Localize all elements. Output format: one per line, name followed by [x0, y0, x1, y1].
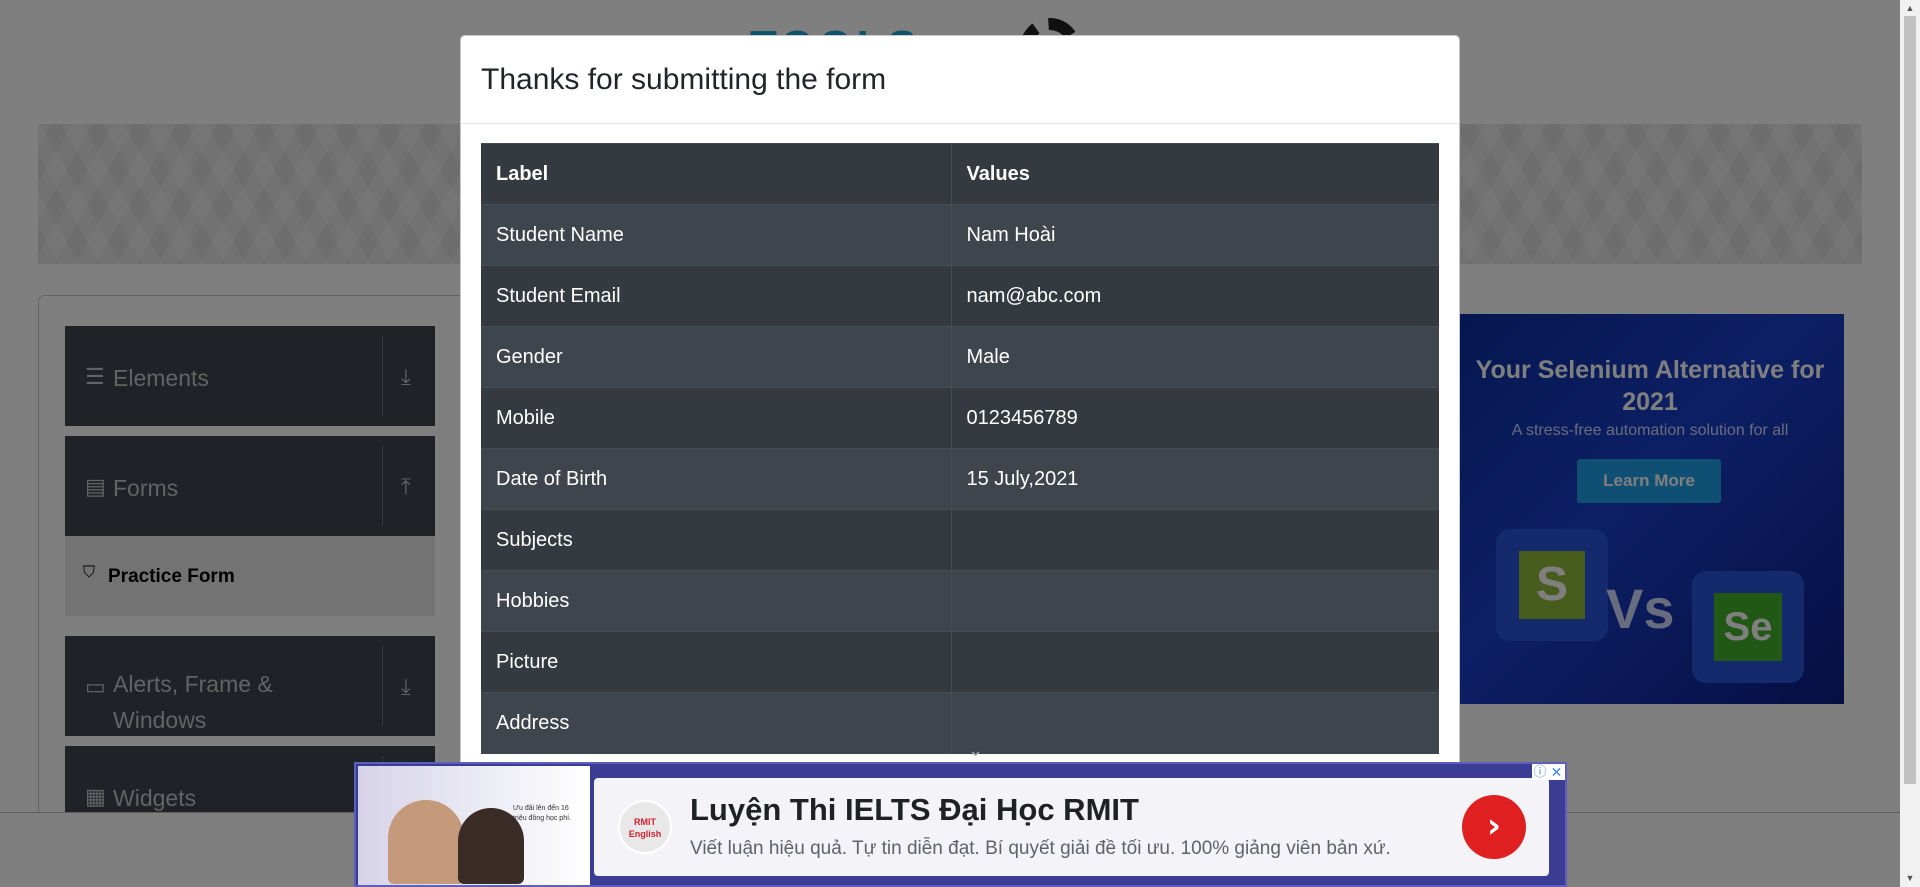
modal-body: Label Values Student Name Nam Hoài Stude… [481, 143, 1439, 760]
row-label: Mobile [481, 387, 952, 449]
table-row: Picture [481, 631, 1439, 693]
scrollbar-thumb[interactable] [1904, 16, 1916, 784]
submission-modal: Thanks for submitting the form Label Val… [460, 35, 1460, 887]
row-value [951, 509, 1439, 571]
scroll-down-arrow-icon[interactable]: ▼ [1904, 872, 1916, 884]
row-value: Nam Hoài [951, 204, 1439, 266]
ad-thumbnail[interactable]: Ưu đãi lên đến 16 triệu đồng học phí. [358, 766, 590, 885]
table-row: Hobbies [481, 570, 1439, 632]
row-label: Student Name [481, 204, 952, 266]
row-label: Hobbies [481, 570, 952, 632]
ad-description: Viết luận hiệu quả. Tự tin diễn đạt. Bí … [690, 838, 1391, 859]
chevron-down-icon: ⌄ [968, 740, 984, 760]
ad-person-image [388, 800, 464, 884]
modal-header: Thanks for submitting the form [461, 36, 1459, 124]
row-label: Picture [481, 631, 952, 693]
table-row: Date of Birth 15 July,2021 [481, 448, 1439, 510]
info-icon[interactable]: ⓘ [1532, 764, 1548, 780]
column-header-values: Values [951, 143, 1439, 205]
row-value [951, 631, 1439, 693]
row-label: Subjects [481, 509, 952, 571]
row-label: Gender [481, 326, 952, 388]
table-row: Gender Male [481, 326, 1439, 388]
table-row: Student Name Nam Hoài [481, 204, 1439, 266]
column-header-label: Label [481, 143, 952, 205]
ad-thumb-text: Ưu đãi lên đến 16 triệu đồng học phí. [513, 805, 571, 822]
table-header-row: Label Values [481, 143, 1439, 205]
table-row: Mobile 0123456789 [481, 387, 1439, 449]
chevron-right-icon[interactable]: › [1462, 795, 1526, 859]
scroll-up-arrow-icon[interactable]: ▲ [1904, 2, 1916, 14]
row-label: Date of Birth [481, 448, 952, 510]
vertical-scrollbar[interactable]: ▲ ▼ [1900, 0, 1920, 887]
row-value: 15 July,2021 [951, 448, 1439, 510]
row-value: 0123456789 [951, 387, 1439, 449]
row-value: nam@abc.com [951, 265, 1439, 327]
row-value [951, 570, 1439, 632]
rmit-logo: RMIT English [618, 800, 672, 854]
table-row: Student Email nam@abc.com [481, 265, 1439, 327]
bottom-ad-banner[interactable]: Ưu đãi lên đến 16 triệu đồng học phí. RM… [354, 762, 1567, 887]
ad-headline[interactable]: Luyện Thi IELTS Đại Học RMIT [690, 792, 1139, 828]
row-label: Student Email [481, 265, 952, 327]
table-row: Address [481, 692, 1439, 754]
close-icon[interactable]: ✕ [1548, 764, 1565, 780]
results-table: Label Values Student Name Nam Hoài Stude… [481, 143, 1439, 754]
table-row: Subjects [481, 509, 1439, 571]
row-value: Male [951, 326, 1439, 388]
row-value [951, 692, 1439, 754]
modal-title: Thanks for submitting the form [481, 63, 887, 96]
ad-card[interactable]: RMIT English Luyện Thi IELTS Đại Học RMI… [594, 778, 1549, 876]
row-label: Address [481, 692, 952, 754]
